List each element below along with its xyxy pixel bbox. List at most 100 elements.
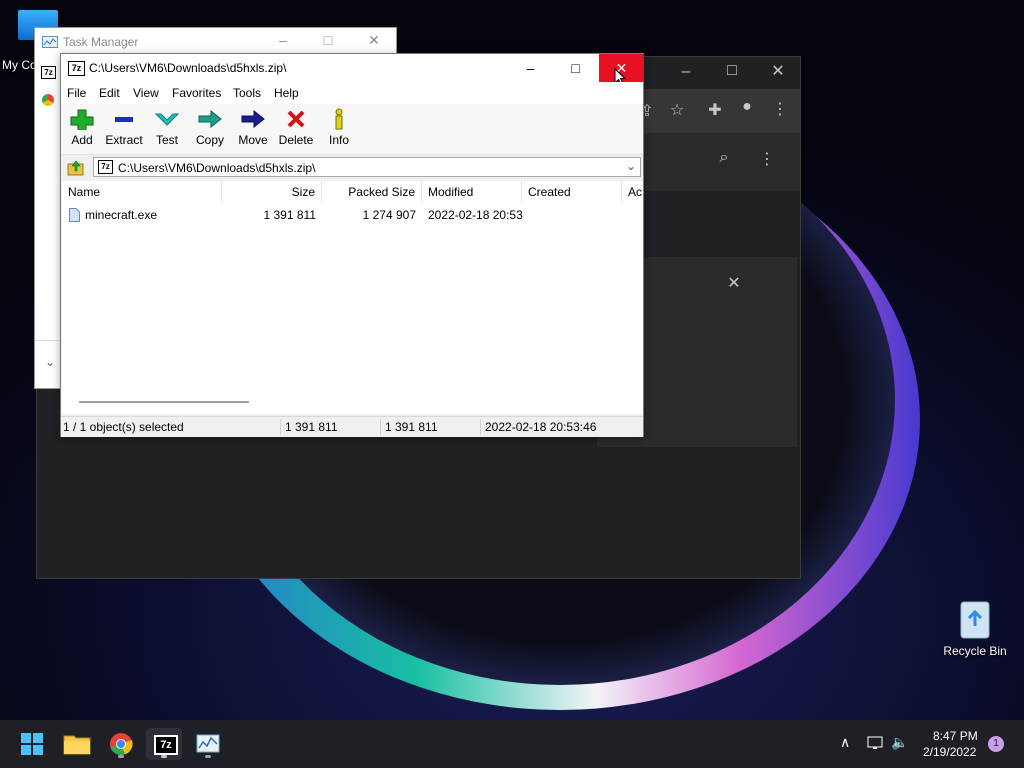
clock-time[interactable]: 8:47 PM (933, 729, 978, 743)
info-button[interactable]: Info (318, 108, 360, 147)
taskbar-task-manager[interactable] (190, 728, 226, 760)
status-divider (280, 419, 281, 435)
test-button[interactable]: Test (146, 108, 188, 147)
delete-button[interactable]: Delete (275, 108, 317, 147)
address-text: C:\Users\VM6\Downloads\d5hxls.zip\ (118, 161, 316, 175)
taskbar-chrome[interactable] (103, 728, 139, 760)
address-row: 7z C:\Users\VM6\Downloads\d5hxls.zip\ ⌄ (61, 155, 643, 181)
7zip-app-icon: 7z (68, 61, 85, 76)
extensions-icon[interactable]: ✚ (700, 100, 730, 120)
add-icon (70, 109, 94, 130)
7zip-icon: 7z (41, 66, 56, 79)
menu-file[interactable]: File (67, 86, 86, 100)
status-selected: 1 / 1 object(s) selected (63, 420, 184, 434)
maximize-icon[interactable]: □ (717, 62, 747, 80)
maximize-icon[interactable]: □ (313, 32, 343, 48)
copy-label: Copy (195, 133, 224, 147)
menu-kebab-icon[interactable]: ⋮ (765, 99, 795, 119)
7zip-icon: 7z (154, 735, 178, 755)
taskbar-7zip[interactable]: 7z (146, 728, 182, 760)
menu-edit[interactable]: Edit (99, 86, 120, 100)
add-label: Add (71, 133, 93, 147)
add-button[interactable]: Add (61, 108, 103, 147)
clock-date[interactable]: 2/19/2022 (923, 745, 976, 759)
chevron-down-icon[interactable]: ⌄ (626, 159, 636, 173)
move-label: Move (238, 133, 268, 147)
close-icon[interactable]: ✕ (719, 273, 749, 293)
close-icon[interactable]: ✕ (763, 61, 793, 81)
minimize-button[interactable]: – (508, 54, 553, 82)
extract-label: Extract (105, 133, 143, 147)
folder-up-icon[interactable] (67, 159, 85, 177)
minimize-icon[interactable]: – (268, 32, 298, 48)
desktop-icon-recycle-bin[interactable]: Recycle Bin (940, 596, 1010, 658)
extract-icon (115, 117, 133, 122)
column-header-size[interactable]: Size (222, 181, 322, 203)
close-icon[interactable]: ✕ (359, 32, 389, 49)
notification-badge[interactable]: 1 (988, 736, 1004, 752)
fewer-details-toggle[interactable]: ⌄ (35, 340, 61, 391)
test-label: Test (155, 133, 178, 147)
status-packed: 1 391 811 (385, 420, 438, 434)
info-icon (335, 108, 343, 130)
task-manager-sidebar: 7z (35, 56, 61, 386)
recycle-bin-icon (960, 601, 990, 639)
7zip-titlebar[interactable]: 7z C:\Users\VM6\Downloads\d5hxls.zip\ – … (61, 54, 644, 86)
minimize-icon[interactable]: – (671, 63, 701, 81)
scrollbar-thumb[interactable] (79, 401, 249, 403)
menu-view[interactable]: View (133, 86, 159, 100)
column-headers: Name Size Packed Size Modified Created A… (62, 181, 643, 203)
search-icon[interactable]: ⌕ (709, 149, 739, 167)
volume-icon[interactable]: 🔈 (891, 734, 908, 751)
file-explorer-icon (63, 735, 91, 755)
desktop-icon-label: Recycle Bin (943, 644, 1007, 658)
column-header-name[interactable]: Name (62, 181, 222, 203)
status-divider (480, 419, 481, 435)
status-divider (380, 419, 381, 435)
table-row[interactable]: minecraft.exe 1 391 811 1 274 907 2022-0… (62, 205, 643, 225)
star-icon[interactable]: ☆ (662, 100, 692, 120)
network-icon[interactable] (866, 734, 884, 752)
column-header-accessed[interactable]: Ac (622, 181, 643, 203)
maximize-button[interactable]: □ (553, 54, 598, 82)
menu-favorites[interactable]: Favorites (172, 86, 221, 100)
cell-created (522, 205, 622, 225)
copy-button[interactable]: Copy (189, 108, 231, 147)
start-button[interactable] (14, 728, 50, 760)
7zip-icon: 7z (98, 160, 113, 174)
menu-tools[interactable]: Tools (233, 86, 261, 100)
cell-name: minecraft.exe (85, 208, 158, 222)
cell-packed-size: 1 274 907 (362, 208, 416, 222)
start-icon (21, 733, 43, 755)
chevron-up-icon[interactable]: ∧ (840, 734, 850, 751)
file-list[interactable]: Name Size Packed Size Modified Created A… (62, 181, 643, 414)
column-header-created[interactable]: Created (522, 181, 622, 203)
7zip-toolbar: Add Extract Test Copy Move Delete Info (61, 104, 643, 155)
status-bar: 1 / 1 object(s) selected 1 391 811 1 391… (61, 416, 643, 437)
cell-size: 1 391 811 (263, 208, 317, 222)
menu-bar: File Edit View Favorites Tools Help (61, 82, 643, 104)
move-button[interactable]: Move (232, 108, 274, 147)
task-manager-icon (42, 36, 58, 48)
more-icon[interactable]: ⋮ (752, 149, 782, 169)
running-indicator (161, 755, 167, 758)
delete-icon (287, 110, 305, 128)
column-header-modified[interactable]: Modified (422, 181, 522, 203)
address-bar[interactable]: 7z C:\Users\VM6\Downloads\d5hxls.zip\ ⌄ (93, 157, 641, 177)
7zip-window[interactable]: 7z C:\Users\VM6\Downloads\d5hxls.zip\ – … (60, 53, 644, 437)
info-label: Info (328, 133, 349, 147)
horizontal-scrollbar[interactable] (62, 393, 643, 410)
window-title: C:\Users\VM6\Downloads\d5hxls.zip\ (89, 61, 287, 75)
delete-label: Delete (278, 133, 314, 147)
desktop-icon-label: My Co (2, 58, 37, 72)
running-indicator (205, 755, 211, 758)
extract-button[interactable]: Extract (103, 108, 145, 147)
status-modified: 2022-02-18 20:53:46 (485, 420, 597, 434)
running-indicator (118, 755, 124, 758)
window-title: Task Manager (63, 35, 139, 49)
test-icon (154, 113, 180, 126)
profile-icon[interactable]: ● (732, 98, 762, 116)
menu-help[interactable]: Help (274, 86, 299, 100)
column-header-packed-size[interactable]: Packed Size (322, 181, 422, 203)
taskbar-file-explorer[interactable] (59, 728, 95, 760)
